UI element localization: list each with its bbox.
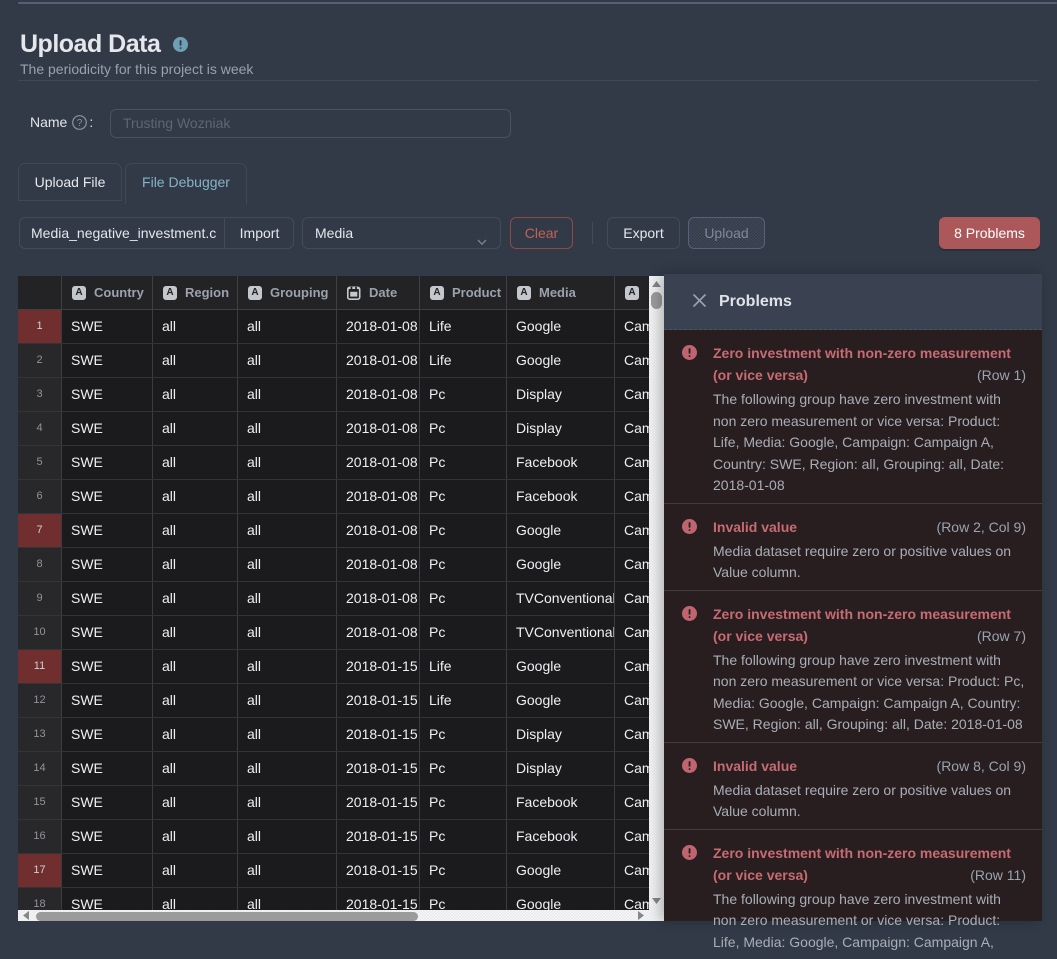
svg-text:?: ? — [77, 118, 83, 129]
